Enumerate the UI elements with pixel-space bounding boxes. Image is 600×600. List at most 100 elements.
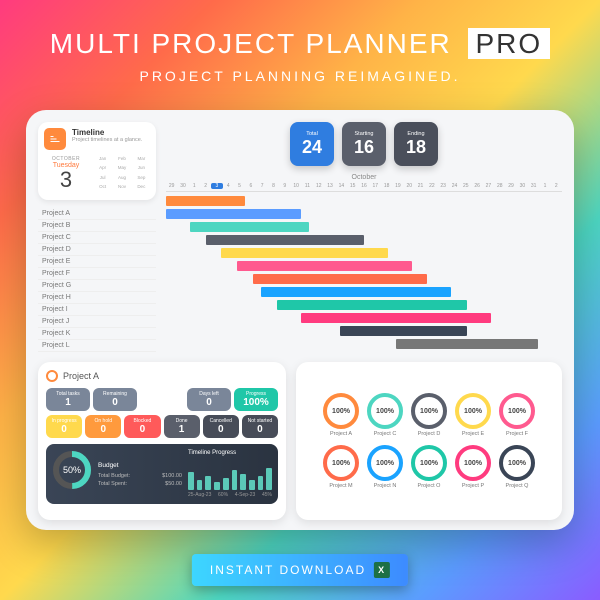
progress-ring[interactable]: 100%Project Q — [499, 445, 535, 489]
gantt-day[interactable]: 1 — [539, 183, 550, 189]
list-item[interactable]: Project L — [38, 340, 156, 352]
gantt-day[interactable]: 28 — [494, 183, 505, 189]
gantt-day[interactable]: 17 — [370, 183, 381, 189]
progress-ring[interactable]: 100%Project M — [323, 445, 359, 489]
timeline-bar — [240, 474, 246, 490]
page-subtitle: PROJECT PLANNING REIMAGINED. — [0, 68, 600, 84]
timeline-bar — [232, 470, 238, 490]
gantt-day[interactable]: 4 — [223, 183, 234, 189]
kpi-card[interactable]: Starting16 — [342, 122, 386, 166]
progress-ring[interactable]: 100%Project E — [455, 393, 491, 437]
timeline-bar — [188, 472, 194, 490]
list-item[interactable]: Project H — [38, 292, 156, 304]
timeline-bar — [249, 480, 255, 490]
gantt-bar[interactable] — [206, 235, 364, 245]
kpi-card[interactable]: Total24 — [290, 122, 334, 166]
month-cell[interactable]: Jan — [94, 156, 111, 163]
month-cell[interactable]: Aug — [113, 175, 130, 182]
list-item[interactable]: Project E — [38, 256, 156, 268]
gantt-day[interactable]: 8 — [268, 183, 279, 189]
gantt-day[interactable]: 30 — [177, 183, 188, 189]
month-cell[interactable]: Jul — [94, 175, 111, 182]
top-stat-grid: Total tasks1Remaining0Days left0Progress… — [46, 388, 278, 411]
timeline-bar — [197, 480, 203, 490]
gantt-day[interactable]: 27 — [483, 183, 494, 189]
gantt-day[interactable]: 3 — [211, 183, 222, 189]
gantt-day[interactable]: 24 — [449, 183, 460, 189]
gantt-bar[interactable] — [261, 287, 451, 297]
date-widget[interactable]: OCTOBER Tuesday 3 — [44, 156, 88, 191]
month-cell[interactable]: Mar — [133, 156, 150, 163]
list-item[interactable]: Project G — [38, 280, 156, 292]
gantt-day[interactable]: 18 — [381, 183, 392, 189]
list-item[interactable]: Project B — [38, 220, 156, 232]
gantt-bar[interactable] — [221, 248, 387, 258]
gantt-day[interactable]: 1 — [189, 183, 200, 189]
month-grid[interactable]: JanFebMar AprMayJun JulAugSep OctNovDec — [94, 156, 150, 191]
kpi-card[interactable]: Ending18 — [394, 122, 438, 166]
gantt-day[interactable]: 11 — [302, 183, 313, 189]
month-cell[interactable]: May — [113, 165, 130, 172]
gantt-day[interactable]: 20 — [404, 183, 415, 189]
list-item[interactable]: Project I — [38, 304, 156, 316]
gantt-day[interactable]: 9 — [279, 183, 290, 189]
gantt-day[interactable]: 16 — [358, 183, 369, 189]
gantt-bar[interactable] — [396, 339, 539, 349]
gantt-bar[interactable] — [301, 313, 491, 323]
gantt-day[interactable]: 25 — [460, 183, 471, 189]
status-card: Done1 — [164, 415, 200, 438]
gantt-day[interactable]: 5 — [234, 183, 245, 189]
progress-ring[interactable]: 100%Project N — [367, 445, 403, 489]
gantt-day[interactable]: 23 — [438, 183, 449, 189]
gantt-day[interactable]: 14 — [336, 183, 347, 189]
gantt-bar[interactable] — [340, 326, 467, 336]
month-cell[interactable]: Sep — [133, 175, 150, 182]
download-button[interactable]: INSTANT DOWNLOAD X — [192, 554, 408, 586]
project-list[interactable]: Project AProject BProject CProject DProj… — [38, 208, 156, 352]
progress-ring[interactable]: 100%Project P — [455, 445, 491, 489]
month-cell[interactable]: Feb — [113, 156, 130, 163]
progress-ring[interactable]: 100%Project D — [411, 393, 447, 437]
gantt-day[interactable]: 29 — [505, 183, 516, 189]
gantt-day[interactable]: 13 — [324, 183, 335, 189]
month-cell[interactable]: Nov — [113, 184, 130, 191]
stat-card: Total tasks1 — [46, 388, 90, 411]
gantt-day[interactable]: 31 — [528, 183, 539, 189]
gantt-bar[interactable] — [190, 222, 309, 232]
project-detail-title: Project A — [63, 371, 99, 381]
gantt-day[interactable]: 12 — [313, 183, 324, 189]
gantt-day[interactable]: 7 — [257, 183, 268, 189]
gantt-day[interactable]: 15 — [347, 183, 358, 189]
progress-ring[interactable]: 100%Project F — [499, 393, 535, 437]
month-cell[interactable]: Jun — [133, 165, 150, 172]
gantt-day[interactable]: 2 — [551, 183, 562, 189]
gantt-day[interactable]: 6 — [245, 183, 256, 189]
month-cell[interactable]: Dec — [133, 184, 150, 191]
gantt-bar[interactable] — [253, 274, 427, 284]
list-item[interactable]: Project F — [38, 268, 156, 280]
gantt-bars[interactable] — [166, 192, 562, 352]
list-item[interactable]: Project K — [38, 328, 156, 340]
gantt-bar[interactable] — [166, 196, 245, 206]
list-item[interactable]: Project C — [38, 232, 156, 244]
list-item[interactable]: Project A — [38, 208, 156, 220]
timeline-card[interactable]: Timeline Project timelines at a glance. … — [38, 122, 156, 200]
gantt-day[interactable]: 19 — [392, 183, 403, 189]
gantt-day[interactable]: 22 — [426, 183, 437, 189]
list-item[interactable]: Project J — [38, 316, 156, 328]
month-cell[interactable]: Oct — [94, 184, 111, 191]
gantt-day[interactable]: 2 — [200, 183, 211, 189]
progress-ring[interactable]: 100%Project A — [323, 393, 359, 437]
gantt-bar[interactable] — [277, 300, 467, 310]
gantt-day[interactable]: 30 — [517, 183, 528, 189]
gantt-bar[interactable] — [237, 261, 411, 271]
progress-ring[interactable]: 100%Project C — [367, 393, 403, 437]
gantt-day[interactable]: 26 — [471, 183, 482, 189]
gantt-day[interactable]: 10 — [290, 183, 301, 189]
gantt-bar[interactable] — [166, 209, 301, 219]
gantt-day[interactable]: 29 — [166, 183, 177, 189]
gantt-day[interactable]: 21 — [415, 183, 426, 189]
list-item[interactable]: Project D — [38, 244, 156, 256]
progress-ring[interactable]: 100%Project O — [411, 445, 447, 489]
month-cell[interactable]: Apr — [94, 165, 111, 172]
